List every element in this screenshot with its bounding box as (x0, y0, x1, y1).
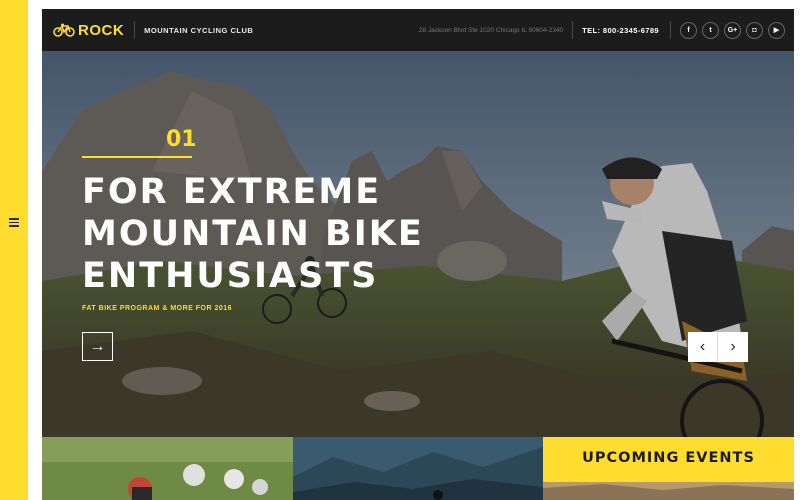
hero-slider: 01 FOR EXTREME MOUNTAIN BIKE ENTHUSIASTS… (42, 51, 794, 437)
instagram-icon[interactable]: ◘ (746, 21, 763, 39)
hamburger-menu-icon[interactable] (7, 216, 21, 230)
slide-number: 01 (166, 127, 197, 152)
arrow-right-icon: → (89, 337, 106, 355)
upcoming-events-title[interactable]: UPCOMING EVENTS (543, 450, 794, 466)
youtube-icon[interactable]: ▶ (768, 21, 785, 39)
divider (670, 21, 671, 39)
riders-photo (42, 437, 293, 500)
gallery-tile-riders[interactable] (42, 437, 293, 500)
bicycle-icon (53, 23, 75, 37)
hero-subtitle: FAT BIKE PROGRAM & MORE FOR 2016 (82, 305, 233, 312)
upcoming-events-panel: UPCOMING EVENTS (543, 437, 794, 500)
sidebar (0, 0, 28, 500)
read-more-button[interactable]: → (82, 332, 113, 361)
slide-number-underline (82, 156, 192, 158)
hero-title: FOR EXTREME MOUNTAIN BIKE ENTHUSIASTS (82, 171, 502, 297)
page: ROCK MOUNTAIN CYCLING CLUB 28 Jackson Bl… (0, 0, 800, 500)
logo[interactable]: ROCK (53, 9, 124, 51)
events-photo (543, 482, 794, 500)
chevron-right-icon: › (730, 338, 736, 355)
slider-prev-button[interactable]: ‹ (688, 332, 718, 362)
chevron-left-icon: ‹ (699, 338, 706, 355)
address: 28 Jackson Blvd Ste 1020 Chicago IL 6060… (418, 26, 564, 34)
slider-arrows: ‹ › (688, 332, 748, 362)
top-header-bar: ROCK MOUNTAIN CYCLING CLUB 28 Jackson Bl… (42, 9, 794, 51)
phone-number[interactable]: TEL: 800-2345-6789 (582, 26, 659, 35)
hero-title-line: MOUNTAIN BIKE (82, 214, 424, 254)
logo-text: ROCK (78, 21, 125, 39)
gallery-tile-mountains[interactable] (293, 437, 543, 500)
hero-title-line: ENTHUSIASTS (82, 256, 379, 296)
divider (572, 21, 574, 39)
divider (134, 21, 136, 39)
social-links: f t G+ ◘ ▶ (680, 21, 785, 39)
club-name: MOUNTAIN CYCLING CLUB (144, 25, 254, 35)
mountains-photo (293, 437, 543, 500)
hero-title-line: FOR EXTREME (82, 172, 382, 212)
facebook-icon[interactable]: f (680, 21, 697, 39)
google-plus-icon[interactable]: G+ (724, 21, 741, 39)
slider-next-button[interactable]: › (718, 332, 748, 362)
twitter-icon[interactable]: t (702, 21, 719, 39)
